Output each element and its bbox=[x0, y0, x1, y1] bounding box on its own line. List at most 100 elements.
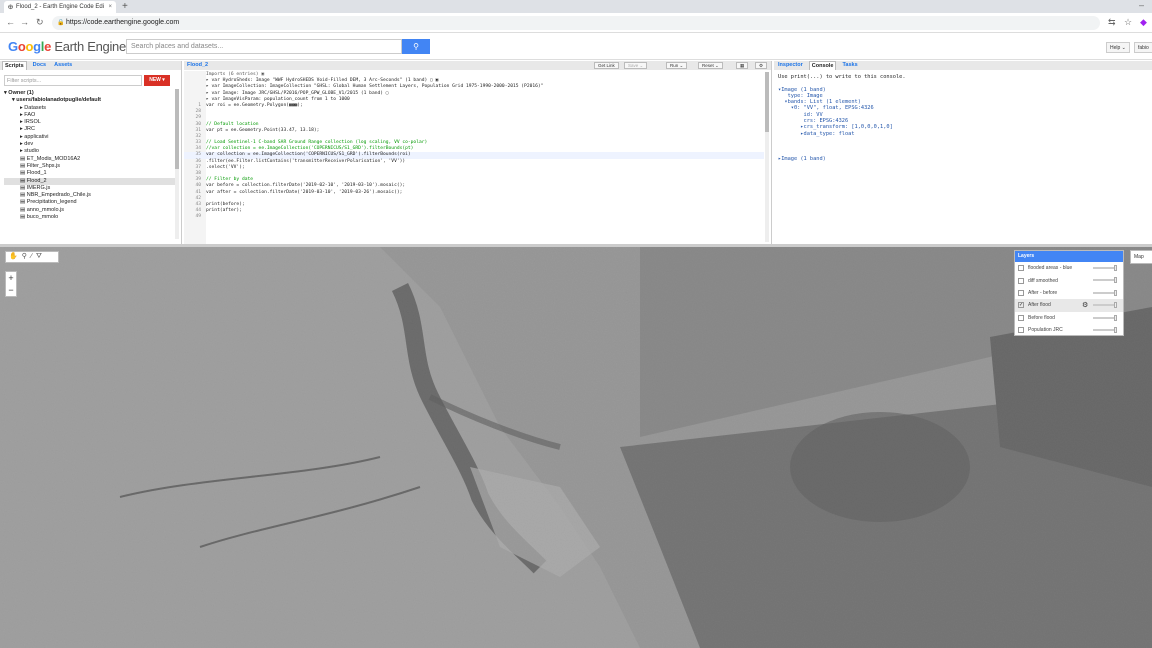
search-places-input[interactable]: Search places and datasets... bbox=[126, 39, 402, 54]
code-text[interactable] bbox=[204, 214, 206, 220]
code-area[interactable]: Imports (6 entries) ▣ ▸ var HydroSheds: … bbox=[184, 72, 764, 221]
script-tree-item[interactable]: ▸ dev bbox=[4, 141, 176, 148]
draw-line-icon[interactable]: ∕ bbox=[31, 252, 32, 262]
layer-settings-gear-icon[interactable]: ⚙ bbox=[1082, 301, 1088, 309]
scripts-scrollbar[interactable] bbox=[175, 89, 179, 239]
layer-opacity-slider[interactable] bbox=[1093, 277, 1117, 284]
console-image-2[interactable]: ▸Image (1 band) bbox=[778, 156, 826, 162]
script-tree-item[interactable]: ▤ anno_mmolo.js bbox=[4, 207, 176, 214]
run-button[interactable]: Run ⌄ bbox=[666, 62, 688, 69]
script-tree-item[interactable]: ▤ Flood_1 bbox=[4, 170, 176, 177]
new-tab-button[interactable]: + bbox=[122, 1, 128, 12]
extension-icon[interactable]: ◆ bbox=[1140, 17, 1147, 28]
layers-title[interactable]: Layers bbox=[1015, 251, 1123, 262]
script-tree-item[interactable]: ▤ ET_Modis_MOD16A2 bbox=[4, 156, 176, 163]
search-button[interactable]: ⚲ bbox=[402, 39, 430, 54]
script-tree-item[interactable]: ▾ Owner (1) bbox=[4, 90, 176, 97]
filter-scripts-input[interactable]: Filter scripts... bbox=[4, 75, 142, 86]
layer-opacity-slider[interactable] bbox=[1093, 289, 1117, 296]
script-tree-item[interactable]: ▤ NBR_Empedrado_Chile.js bbox=[4, 192, 176, 199]
tab-console[interactable]: Console bbox=[808, 61, 837, 70]
script-tree-item[interactable]: ▤ buco_mmolo bbox=[4, 214, 176, 221]
tab-scripts[interactable]: Scripts bbox=[2, 61, 27, 70]
tab-docs[interactable]: Docs bbox=[31, 61, 48, 70]
layer-checkbox[interactable] bbox=[1018, 277, 1024, 284]
google-earth-engine-logo[interactable]: Google Earth Engine bbox=[8, 39, 126, 54]
reset-button[interactable]: Reset ⌄ bbox=[698, 62, 723, 69]
tab-assets[interactable]: Assets bbox=[52, 61, 74, 70]
code-text[interactable]: var roi = ee.Geometry.Polygon(▩▩▩); bbox=[204, 103, 303, 109]
address-bar[interactable]: 🔒 https://code.earthengine.google.com bbox=[52, 16, 1100, 30]
new-script-button[interactable]: NEW ▾ bbox=[144, 75, 170, 86]
apps-icon[interactable]: ▦ bbox=[736, 62, 749, 69]
code-line[interactable]: 49 bbox=[184, 214, 764, 220]
script-tree-item[interactable]: ▸ studio bbox=[4, 148, 176, 155]
console-tree-line[interactable]: ▸crs_transform: [1,0,0,0,1,0] bbox=[778, 124, 893, 130]
script-tree-item[interactable]: ▸ applicativi bbox=[4, 134, 176, 141]
script-tree-item[interactable]: ▤ IMERG.js bbox=[4, 185, 176, 192]
help-button[interactable]: Help ⌄ bbox=[1106, 42, 1130, 53]
user-account-button[interactable]: fabio bbox=[1134, 42, 1152, 53]
zoom-in-button[interactable]: + bbox=[6, 272, 16, 284]
layer-row[interactable]: diff smoothed bbox=[1015, 274, 1123, 286]
script-tree-item[interactable]: ▤ Filter_Shps.js bbox=[4, 163, 176, 170]
bookmark-star-icon[interactable]: ☆ bbox=[1124, 17, 1132, 28]
layers-panel: Layers flooded areas - blue diff smoothed… bbox=[1014, 250, 1124, 336]
get-link-button[interactable]: Get Link bbox=[594, 62, 619, 69]
reload-icon[interactable]: ↻ bbox=[36, 17, 44, 28]
layer-checkbox[interactable] bbox=[1018, 265, 1024, 272]
script-tree-item[interactable]: ▸ IRSOL bbox=[4, 119, 176, 126]
layer-row[interactable]: flooded areas - blue bbox=[1015, 262, 1123, 274]
draw-polygon-icon[interactable]: ⛛ bbox=[36, 252, 42, 262]
editor-scrollbar[interactable] bbox=[765, 72, 769, 242]
map-view[interactable]: ✋ ⚲ ∕ ⛛ + − Layers flooded areas - blue d… bbox=[0, 247, 1152, 648]
layer-row[interactable]: ✓ After flood ⚙ bbox=[1015, 299, 1123, 312]
left-panel-tabs: Scripts Docs Assets bbox=[0, 61, 181, 70]
right-panel-tabs: Inspector Console Tasks bbox=[774, 61, 1152, 70]
console-tree-line[interactable]: ▾bands: List (1 element) bbox=[778, 99, 861, 105]
layer-opacity-slider[interactable] bbox=[1093, 326, 1117, 333]
window-minimize-button[interactable]: – bbox=[1139, 0, 1144, 10]
browser-tab[interactable]: 🜨 Flood_2 - Earth Engine Code Edi × bbox=[4, 1, 116, 13]
layer-row[interactable]: After - before bbox=[1015, 287, 1123, 299]
console-tree-line[interactable]: ▾Image (1 band) bbox=[778, 87, 826, 93]
code-text[interactable]: var after = collection.filterDate('2019-… bbox=[204, 190, 402, 196]
code-text[interactable]: var pt = ee.Geometry.Point(33.47, 13.18)… bbox=[204, 128, 319, 134]
script-tree-item[interactable]: ▸ Datasets bbox=[4, 105, 176, 112]
pan-hand-icon[interactable]: ✋ bbox=[9, 252, 18, 262]
layer-checkbox[interactable]: ✓ bbox=[1018, 302, 1024, 309]
script-tree-item[interactable]: ▤ Precipitation_legend bbox=[4, 199, 176, 206]
layer-checkbox[interactable] bbox=[1018, 327, 1024, 334]
layer-checkbox[interactable] bbox=[1018, 289, 1024, 296]
code-text[interactable]: .select('VV'); bbox=[204, 165, 245, 171]
tab-close-icon[interactable]: × bbox=[108, 4, 112, 10]
console-tree-line[interactable]: id: VV bbox=[778, 112, 823, 118]
tab-tasks[interactable]: Tasks bbox=[840, 61, 859, 70]
script-tree-item[interactable]: ▤ Flood_2 bbox=[4, 177, 176, 185]
layer-opacity-slider[interactable] bbox=[1093, 302, 1117, 309]
console-tree-line[interactable]: type: Image bbox=[778, 93, 823, 99]
console-tree-line[interactable]: ▸data_type: float bbox=[778, 131, 854, 137]
layer-row[interactable]: Before flood bbox=[1015, 312, 1123, 324]
back-arrow-icon[interactable]: ← bbox=[6, 17, 15, 27]
map-type-button[interactable]: Map bbox=[1130, 250, 1152, 264]
tab-inspector[interactable]: Inspector bbox=[776, 61, 805, 70]
layer-opacity-slider[interactable] bbox=[1093, 314, 1117, 321]
console-image-1[interactable]: ▾Image (1 band) type: Image ▾bands: List… bbox=[778, 87, 893, 137]
script-tree-item[interactable]: ▸ JRC bbox=[4, 126, 176, 133]
script-tree-item[interactable]: ▾ users/fabiolanadotpuglie/default bbox=[4, 97, 176, 104]
forward-arrow-icon[interactable]: → bbox=[20, 17, 29, 27]
zoom-out-button[interactable]: − bbox=[6, 284, 16, 296]
console-tree-line[interactable]: crs: EPSG:4326 bbox=[778, 118, 849, 124]
console-tree-line[interactable]: ▾0: "VV", float, EPSG:4326 bbox=[778, 105, 874, 111]
translate-icon[interactable]: ⇆ bbox=[1108, 17, 1116, 28]
settings-gear-icon[interactable]: ⚙ bbox=[755, 62, 768, 69]
script-tree-item[interactable]: ▸ FAO bbox=[4, 112, 176, 119]
layer-opacity-slider[interactable] bbox=[1093, 265, 1117, 271]
layer-checkbox[interactable] bbox=[1018, 314, 1024, 321]
point-marker-icon[interactable]: ⚲ bbox=[22, 252, 27, 262]
script-title: Flood_2 bbox=[187, 62, 209, 68]
code-text[interactable]: print(after); bbox=[204, 208, 242, 214]
save-button[interactable]: Save ⌄ bbox=[624, 62, 648, 69]
layer-row[interactable]: Population JRC bbox=[1015, 324, 1123, 336]
